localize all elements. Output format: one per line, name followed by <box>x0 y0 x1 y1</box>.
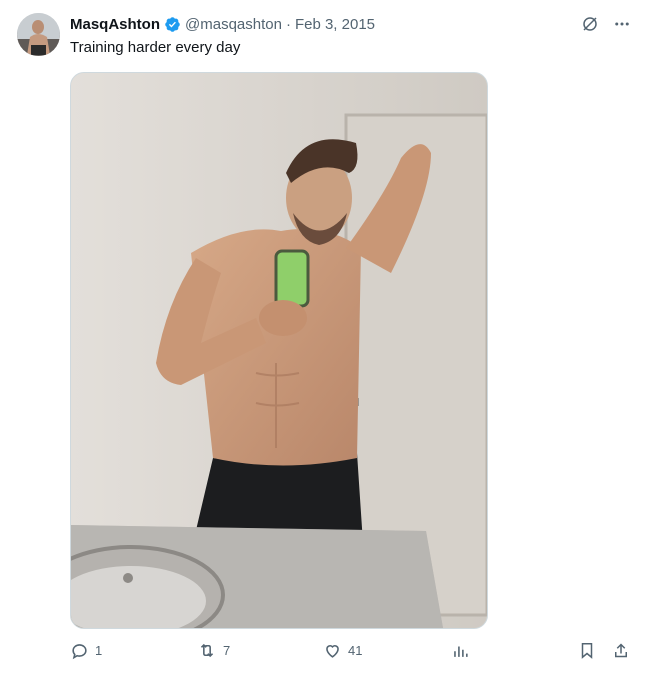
verified-badge-icon <box>164 16 181 33</box>
tweet-photo[interactable] <box>70 72 488 629</box>
like-count: 41 <box>348 643 363 658</box>
bookmark-icon <box>578 641 596 660</box>
retweet-button[interactable]: 7 <box>197 641 230 660</box>
retweet-icon <box>197 641 217 660</box>
avatar[interactable] <box>17 13 60 56</box>
separator-dot: · <box>285 15 291 33</box>
timestamp[interactable]: Feb 3, 2015 <box>295 16 375 33</box>
more-icon[interactable] <box>612 14 632 34</box>
share-icon <box>612 641 630 660</box>
display-name[interactable]: MasqAshton <box>70 16 160 33</box>
reply-button[interactable]: 1 <box>70 641 102 660</box>
photo-image <box>71 73 487 628</box>
tweet-card[interactable]: MasqAshton @masqashton · Feb 3, 2015 Tra… <box>0 0 650 676</box>
header-actions <box>580 14 632 34</box>
analytics-icon <box>451 641 470 660</box>
bookmark-button[interactable] <box>578 641 596 660</box>
tweet-header: MasqAshton @masqashton · Feb 3, 2015 <box>70 14 375 34</box>
heart-icon <box>323 641 342 660</box>
retweet-count: 7 <box>223 643 231 658</box>
tweet-text: Training harder every day <box>70 39 241 56</box>
handle[interactable]: @masqashton <box>185 16 282 33</box>
views-button[interactable] <box>451 641 470 660</box>
action-bar: 1 7 41 <box>70 641 640 663</box>
reply-count: 1 <box>95 643 103 658</box>
like-button[interactable]: 41 <box>323 641 362 660</box>
reply-icon <box>70 641 89 660</box>
grok-icon[interactable] <box>580 14 600 34</box>
avatar-image <box>17 13 60 56</box>
share-button[interactable] <box>612 641 630 660</box>
